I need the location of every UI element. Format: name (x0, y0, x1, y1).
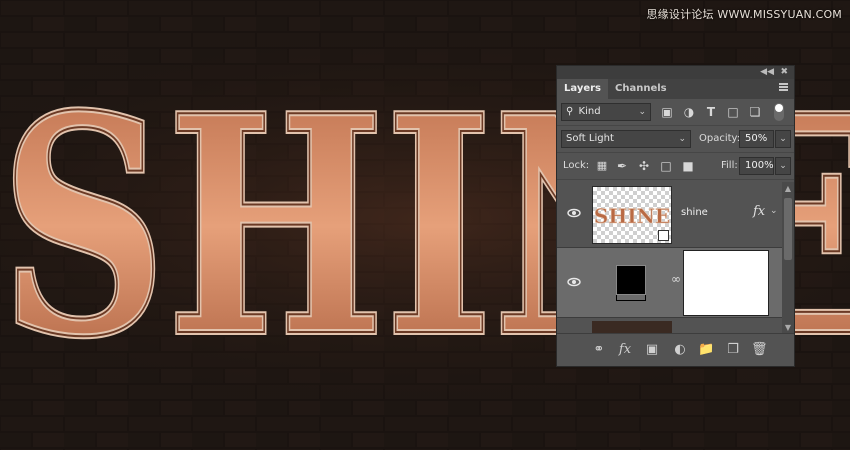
layer-row-adjustment[interactable]: ∞ (557, 248, 782, 318)
blend-mode-value: Soft Light (566, 133, 614, 144)
panel-tabs: Layers Channels (557, 79, 794, 99)
search-icon: ⚲ (566, 106, 574, 117)
eye-icon[interactable] (567, 275, 581, 289)
link-layers-icon[interactable]: ⚭ (591, 342, 607, 358)
chevron-down-icon: ⌄ (678, 134, 686, 144)
scrollbar-thumb[interactable] (784, 198, 792, 260)
panel-menu-icon[interactable] (779, 83, 788, 91)
expand-effects-chevron-icon[interactable]: ⌄ (770, 206, 778, 216)
smart-object-badge-icon (658, 230, 669, 241)
fx-icon[interactable]: fx (753, 204, 765, 219)
fill-label: Fill: (721, 160, 738, 171)
scroll-up-icon[interactable]: ▲ (782, 184, 794, 193)
layer-mask-thumbnail[interactable] (683, 250, 769, 316)
blend-mode-dropdown[interactable]: Soft Light ⌄ (561, 130, 691, 148)
image-filter-icon[interactable]: ▣ (660, 105, 674, 119)
layer-row-partial[interactable] (557, 318, 782, 334)
chevron-down-icon: ⌄ (638, 107, 646, 117)
adjustment-filter-icon[interactable]: ◑ (682, 105, 696, 119)
lock-artboard-icon[interactable]: □ (659, 159, 673, 173)
add-mask-icon[interactable]: ▣ (644, 342, 660, 358)
scroll-down-icon[interactable]: ▼ (782, 323, 794, 332)
layers-bottom-toolbar: ⚭ fx ▣ ◐ 📁 ❐ 🗑 (557, 333, 794, 366)
filter-kind-label: Kind (578, 106, 601, 117)
type-filter-icon[interactable]: T (704, 105, 718, 119)
new-layer-icon[interactable]: ❐ (725, 342, 741, 358)
opacity-label: Opacity: (699, 133, 741, 144)
eye-icon[interactable] (567, 206, 581, 220)
close-panel-icon[interactable]: ✖ (780, 66, 788, 79)
lock-row: Lock: ▦ ✒ ✣ □ ■ Fill: 100% ⌄ (557, 153, 794, 180)
panel-title-strip[interactable]: ◀◀ ✖ (557, 66, 794, 79)
adjustment-gradient-icon (616, 295, 646, 301)
lock-image-icon[interactable]: ✒ (615, 159, 629, 173)
filter-row: ⚲ Kind ⌄ ▣ ◑ T □ ❏ (557, 99, 794, 126)
opacity-dropdown-button[interactable]: ⌄ (775, 130, 791, 148)
group-folder-icon[interactable]: 📁 (698, 342, 714, 358)
layer-name-shine[interactable]: shine (681, 207, 708, 218)
lock-position-icon[interactable]: ✣ (637, 159, 651, 173)
watermark: 思缘设计论坛 WWW.MISSYUAN.COM (646, 8, 842, 21)
filter-toggle-icon[interactable] (774, 103, 784, 121)
trash-icon[interactable]: 🗑 (751, 342, 768, 358)
layers-scrollbar[interactable]: ▲ ▼ (782, 182, 794, 334)
lock-label: Lock: (563, 160, 590, 171)
fill-dropdown-button[interactable]: ⌄ (775, 157, 791, 175)
filter-kind-dropdown[interactable]: ⚲ Kind ⌄ (561, 103, 651, 121)
fill-input[interactable]: 100% (739, 157, 774, 175)
fx-icon[interactable]: fx (617, 342, 633, 358)
smart-object-filter-icon[interactable]: ❏ (748, 105, 762, 119)
layers-list: SHINE shine fx ⌄ ∞ (557, 182, 782, 334)
lock-all-icon[interactable]: ■ (681, 159, 695, 173)
opacity-input[interactable]: 50% (739, 130, 774, 148)
tab-layers[interactable]: Layers (557, 79, 608, 99)
collapse-panel-icon[interactable]: ◀◀ (760, 66, 774, 79)
adjustment-thumbnail (616, 265, 646, 295)
thumbnail-shine-text: SHINE (593, 204, 671, 229)
shape-filter-icon[interactable]: □ (726, 105, 740, 119)
layer-thumbnail-shine: SHINE (592, 186, 672, 244)
layer-row-shine[interactable]: SHINE shine fx ⌄ (557, 182, 782, 248)
adjustment-layer-icon[interactable]: ◐ (672, 342, 688, 358)
layers-panel: ◀◀ ✖ Layers Channels ⚲ Kind ⌄ ▣ ◑ T □ ❏ … (556, 65, 795, 367)
lock-transparent-icon[interactable]: ▦ (595, 159, 609, 173)
mask-link-icon[interactable]: ∞ (671, 272, 681, 286)
blend-row: Soft Light ⌄ Opacity: 50% ⌄ (557, 126, 794, 153)
tab-channels[interactable]: Channels (608, 79, 674, 99)
